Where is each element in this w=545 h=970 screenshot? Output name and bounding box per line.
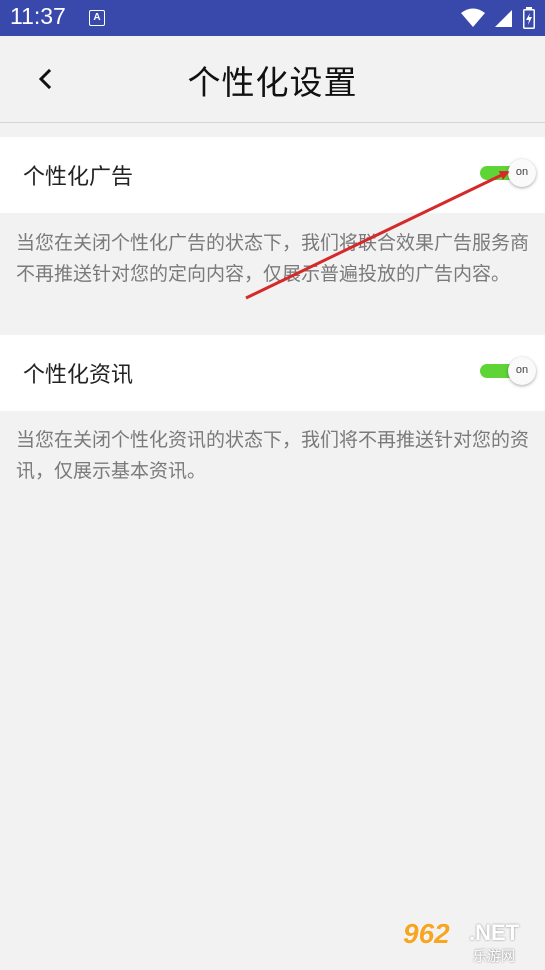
personalized-news-toggle[interactable]: on xyxy=(480,356,538,388)
watermark-domain: .NET xyxy=(469,920,520,945)
signal-icon xyxy=(495,10,512,27)
setting-row-personalized-news: 个性化资讯 on xyxy=(0,335,545,411)
watermark-name: 乐游网 xyxy=(473,949,515,965)
setting-label: 个性化资讯 xyxy=(23,363,134,388)
setting-description: 当您在关闭个性化广告的状态下，我们将联合效果广告服务商不再推送针对您的定向内容，… xyxy=(16,232,530,285)
wifi-icon xyxy=(461,8,485,27)
toggle-knob: on xyxy=(508,159,536,187)
setting-label: 个性化广告 xyxy=(23,165,134,190)
status-bar: 11:37 A xyxy=(0,0,545,36)
toggle-knob: on xyxy=(508,357,536,385)
status-time: 11:37 xyxy=(10,3,66,29)
battery-icon xyxy=(523,7,535,29)
notification-icon: A xyxy=(89,10,105,26)
app-bar: 个性化设置 xyxy=(0,36,545,123)
watermark-logo: 962 .NET 乐游网 xyxy=(403,918,537,965)
setting-description: 当您在关闭个性化资讯的状态下，我们将不再推送针对您的资讯，仅展示基本资讯。 xyxy=(16,429,530,482)
personalized-ads-toggle[interactable]: on xyxy=(480,158,538,190)
setting-row-personalized-ads: 个性化广告 on xyxy=(0,137,545,213)
page-title: 个性化设置 xyxy=(187,63,358,102)
watermark-number: 962 xyxy=(403,918,450,949)
